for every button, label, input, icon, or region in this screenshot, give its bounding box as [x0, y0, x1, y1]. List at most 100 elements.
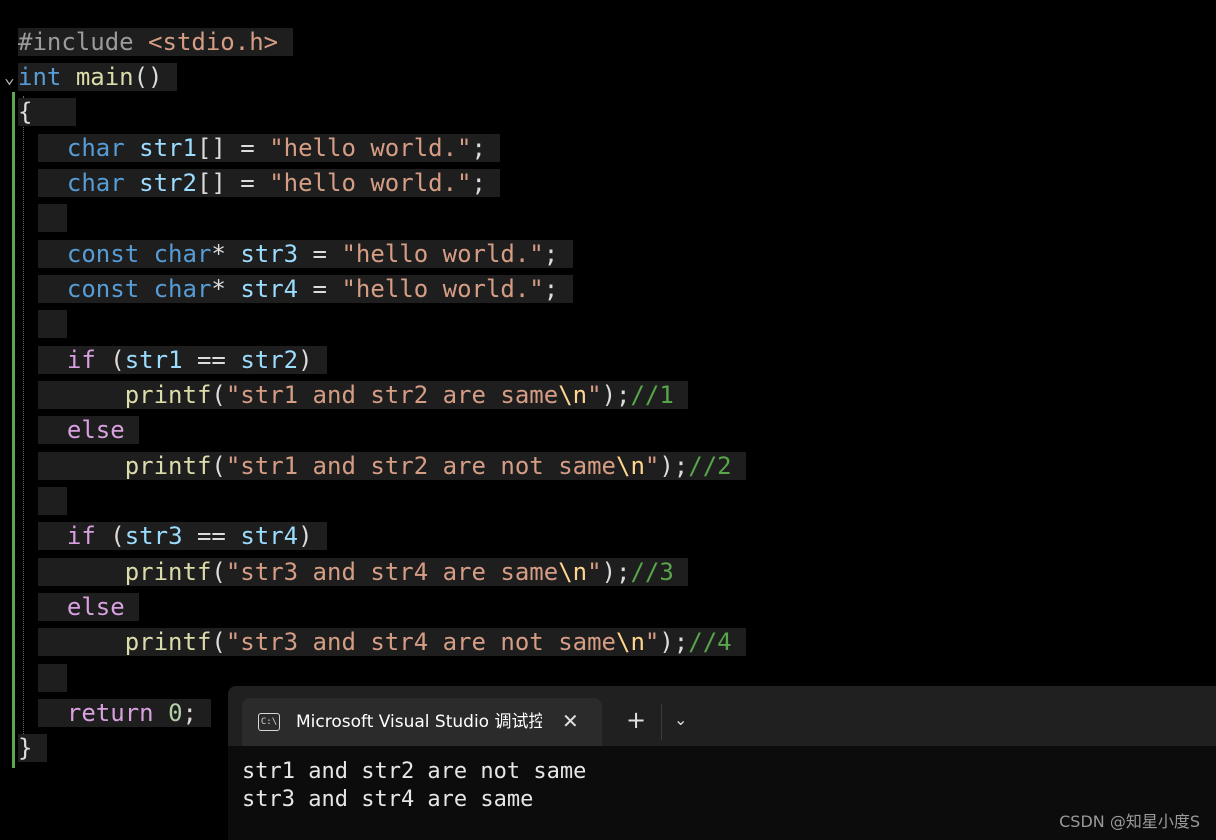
string-quote: "	[587, 558, 602, 586]
paren-open: (	[211, 381, 226, 409]
equality-operator: ==	[182, 522, 241, 550]
line-highlight: printf("str1 and str2 are not same\n");/…	[38, 452, 747, 480]
variable-str2: str2	[139, 169, 197, 197]
variable-str4: str4	[240, 275, 299, 303]
comment: //4	[688, 628, 732, 656]
code-line-9[interactable]	[38, 307, 67, 342]
keyword-int: int	[18, 63, 62, 91]
string-literal: "str3 and str4 are not same	[225, 628, 616, 656]
paren-open: (	[95, 346, 125, 374]
close-brace: }	[18, 734, 33, 762]
debug-console-window[interactable]: C:\ Microsoft Visual Studio 调试控制台 ✕ + ⌄ …	[228, 686, 1216, 840]
fold-guide-line	[23, 96, 25, 762]
else-keyword: else	[66, 593, 125, 621]
line-highlight: printf("str1 and str2 are same\n");//1	[38, 381, 689, 409]
code-line-14[interactable]	[38, 484, 67, 519]
line-highlight: {	[18, 98, 76, 126]
paren-open: (	[95, 522, 125, 550]
code-line-6[interactable]	[38, 201, 67, 236]
preprocessor-directive: #include	[18, 28, 149, 56]
type-keyword: char	[66, 169, 125, 197]
string-literal: "hello world."	[341, 275, 544, 303]
paren-open: (	[211, 628, 226, 656]
variable-str2: str2	[240, 346, 299, 374]
else-keyword: else	[66, 416, 125, 444]
string-literal: "hello world."	[269, 169, 472, 197]
number-literal: 0	[168, 699, 183, 727]
code-line-20[interactable]: return 0;	[38, 696, 212, 731]
chevron-down-icon[interactable]: ⌄	[674, 708, 687, 732]
pointer-star: *	[211, 275, 241, 303]
code-line-16[interactable]: printf("str3 and str4 are same\n");//3	[38, 555, 689, 590]
string-quote: "	[644, 628, 660, 656]
line-highlight	[38, 664, 67, 692]
semicolon: ;	[182, 699, 197, 727]
code-line-18[interactable]: printf("str3 and str4 are not same\n");/…	[38, 625, 747, 660]
function-printf: printf	[124, 452, 212, 480]
code-line-4[interactable]: char str1[] = "hello world.";	[38, 131, 501, 166]
code-line-11[interactable]: printf("str1 and str2 are same\n");//1	[38, 378, 689, 413]
semicolon: ;	[543, 240, 559, 268]
statement-end: );	[659, 628, 689, 656]
console-tab[interactable]: C:\ Microsoft Visual Studio 调试控制台 ✕	[242, 698, 602, 746]
terminal-icon: C:\	[258, 713, 280, 731]
variable-str1: str1	[139, 134, 197, 162]
console-tab-title: Microsoft Visual Studio 调试控制台	[296, 712, 542, 732]
code-line-10[interactable]: if (str1 == str2)	[38, 343, 328, 378]
statement-end: );	[659, 452, 689, 480]
string-literal: "str1 and str2 are not same	[225, 452, 616, 480]
line-highlight: return 0;	[38, 699, 212, 727]
variable-str4: str4	[240, 522, 299, 550]
function-name: main	[75, 63, 134, 91]
string-quote: "	[587, 381, 602, 409]
code-line-12[interactable]: else	[38, 413, 140, 448]
close-tab-icon[interactable]: ✕	[562, 708, 579, 734]
line-highlight: int main()	[18, 63, 177, 91]
code-line-19[interactable]	[38, 661, 67, 696]
code-line-8[interactable]: const char* str4 = "hello world.";	[38, 272, 573, 307]
variable-str3: str3	[240, 240, 299, 268]
line-highlight: printf("str3 and str4 are not same\n");/…	[38, 628, 747, 656]
line-highlight: if (str1 == str2)	[38, 346, 328, 374]
escape-sequence: \n	[558, 558, 588, 586]
escape-sequence: \n	[558, 381, 588, 409]
console-output-line: str1 and str2 are not same	[242, 759, 587, 784]
statement-end: );	[601, 558, 631, 586]
code-line-3[interactable]: {	[18, 95, 76, 130]
line-highlight: else	[38, 416, 140, 444]
function-printf: printf	[124, 628, 212, 656]
function-printf: printf	[124, 558, 212, 586]
code-line-5[interactable]: char str2[] = "hello world.";	[38, 166, 501, 201]
escape-sequence: \n	[616, 628, 645, 656]
paren-close: )	[298, 346, 313, 374]
string-literal: "hello world."	[341, 240, 544, 268]
code-line-17[interactable]: else	[38, 590, 140, 625]
line-highlight	[38, 310, 67, 338]
code-line-15[interactable]: if (str3 == str4)	[38, 519, 328, 554]
console-tab-bar: C:\ Microsoft Visual Studio 调试控制台 ✕ + ⌄	[228, 686, 1216, 746]
semicolon: ;	[471, 169, 486, 197]
comment: //2	[688, 452, 732, 480]
new-tab-icon[interactable]: +	[626, 706, 646, 734]
operator: [] =	[196, 134, 270, 162]
code-line-13[interactable]: printf("str1 and str2 are not same\n");/…	[38, 449, 747, 484]
code-line-21[interactable]: }	[18, 731, 47, 766]
line-highlight: #include <stdio.h>	[18, 28, 293, 56]
code-line-1[interactable]: #include <stdio.h>	[18, 25, 293, 60]
semicolon: ;	[471, 134, 486, 162]
type-keyword: char	[153, 275, 212, 303]
pointer-star: *	[211, 240, 241, 268]
code-line-2[interactable]: int main()	[18, 60, 177, 95]
chevron-down-icon[interactable]: ⌄	[4, 64, 15, 92]
code-line-7[interactable]: const char* str3 = "hello world.";	[38, 237, 573, 272]
statement-end: );	[601, 381, 631, 409]
paren-open: (	[211, 558, 226, 586]
comment: //3	[630, 558, 674, 586]
variable-str3: str3	[124, 522, 183, 550]
if-keyword: if	[66, 346, 96, 374]
line-highlight: const char* str4 = "hello world.";	[38, 275, 573, 303]
return-keyword: return	[66, 699, 154, 727]
